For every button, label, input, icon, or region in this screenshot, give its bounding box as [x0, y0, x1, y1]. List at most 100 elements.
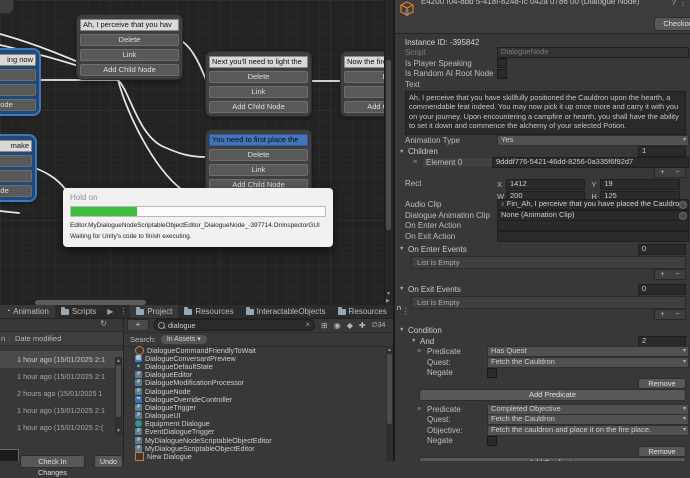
tab-project[interactable]: Project	[130, 305, 178, 318]
file-row[interactable]: 2 hours ago (15/01/2025 1	[0, 385, 123, 402]
link-button[interactable]: Link	[0, 84, 36, 96]
create-asset-button[interactable]: +	[127, 319, 149, 331]
add-predicate-button[interactable]: Add Predicate	[419, 457, 686, 461]
on-exit-action-field[interactable]	[497, 231, 689, 242]
quest-dropdown[interactable]: Fetch the Cauldron	[487, 414, 689, 425]
dialogue-node-place-selected[interactable]: You need to first place the Delete Link …	[206, 130, 311, 194]
rect-y-field[interactable]: 19	[600, 179, 679, 190]
link-button[interactable]: Link	[209, 86, 308, 98]
search-input[interactable]	[168, 321, 302, 330]
object-picker-icon[interactable]	[679, 212, 687, 220]
on-enter-events-count-field[interactable]: 0	[638, 244, 686, 255]
save-search-icon[interactable]: ✚	[359, 321, 366, 330]
delete-button[interactable]: Delete	[209, 149, 308, 161]
file-row[interactable]: 1 hour ago (15/01/2025 2:1	[0, 368, 123, 385]
date-modified-header[interactable]: Date modified	[10, 334, 61, 343]
drag-handle-icon[interactable]: ≡	[413, 159, 423, 166]
add-event-button[interactable]: +	[660, 311, 664, 318]
scrollbar-handle[interactable]	[387, 354, 392, 424]
column-headers[interactable]: n Date modified	[0, 332, 123, 346]
scroll-down-icon[interactable]: ▼	[386, 291, 391, 297]
scroll-right-icon[interactable]: ▶	[386, 298, 390, 304]
add-child-node-button[interactable]: Add Child Node	[0, 185, 32, 197]
scroll-up-icon[interactable]: ▲	[387, 347, 392, 353]
scrollbar-handle[interactable]	[116, 365, 121, 417]
file-row[interactable]: 1 hour ago (15/01/2025 2:1	[0, 402, 123, 419]
more-tabs-icon[interactable]: ▶	[104, 307, 116, 316]
rect-x-field[interactable]: 1412	[506, 179, 585, 190]
files-vertical-scrollbar[interactable]: ▲ ▼	[115, 357, 122, 435]
search-scope-dropdown[interactable]: In Assets ▾	[161, 335, 207, 344]
add-event-button[interactable]: +	[660, 271, 664, 278]
project-vertical-scrollbar[interactable]: ▲	[386, 346, 393, 461]
tab-resources-2[interactable]: Resources	[332, 305, 393, 318]
delete-button[interactable]: Delete	[80, 34, 179, 46]
dialogue-node-perceive[interactable]: Ah, I perceive that you hav Delete Link …	[77, 15, 182, 79]
on-enter-events-foldout-icon[interactable]: ▼	[399, 246, 408, 252]
node-title-field[interactable]: Next you'll need to light the	[209, 56, 308, 68]
node-title-field[interactable]: make	[0, 140, 32, 152]
dialogue-node-player-1[interactable]: ing now Delete Link Add Child Node	[0, 50, 39, 114]
search-by-type-icon[interactable]: ◉	[334, 321, 341, 330]
search-by-label-icon[interactable]: ◆	[347, 321, 353, 330]
remove-event-button[interactable]: −	[675, 311, 679, 318]
animation-type-dropdown[interactable]: Yes	[497, 135, 689, 146]
search-box[interactable]: ×	[153, 319, 315, 331]
delete-button[interactable]: Delete	[209, 71, 308, 83]
dialogue-animation-clip-field[interactable]: None (Animation Clip)	[497, 210, 689, 221]
check-in-changes-button[interactable]: Check In Changes	[20, 455, 85, 468]
dialogue-text-area[interactable]: Ah, I perceive that you have skillfully …	[405, 91, 686, 135]
on-enter-action-field[interactable]	[497, 220, 689, 231]
and-foldout-icon[interactable]: ▼	[411, 338, 420, 344]
scrollbar-handle[interactable]	[386, 60, 391, 230]
graph-vertical-scrollbar[interactable]: ▼ ▶	[384, 0, 393, 305]
undo-button[interactable]: Undo	[94, 455, 123, 468]
add-child-node-button[interactable]: Add Child Node	[209, 101, 308, 113]
node-title-field[interactable]: Ah, I perceive that you hav	[80, 19, 179, 31]
negate-checkbox[interactable]	[487, 368, 497, 378]
clear-search-icon[interactable]: ×	[305, 321, 310, 329]
add-predicate-button[interactable]: Add Predicate	[419, 389, 686, 401]
tab-scripts[interactable]: Scripts	[55, 305, 102, 318]
add-child-node-button[interactable]: Add Child Node	[80, 64, 179, 76]
predicate-dropdown[interactable]: Completed Objective	[487, 404, 689, 415]
on-exit-events-foldout-icon[interactable]: ▼	[399, 286, 408, 292]
on-exit-events-count-field[interactable]: 0	[638, 284, 686, 295]
context-menu-icon[interactable]: ⋮	[679, 0, 687, 7]
children-foldout-icon[interactable]: ▼	[399, 149, 408, 155]
drag-handle-icon[interactable]: ≡	[417, 406, 427, 413]
link-button[interactable]: Link	[80, 49, 179, 61]
is-random-ai-root-node-checkbox[interactable]	[497, 69, 507, 79]
element-0-guid-field[interactable]: 9dddf776-5421-46dd-8256-0a335f6f92d7	[492, 157, 689, 168]
remove-element-button[interactable]: −	[675, 169, 679, 176]
link-button[interactable]: Link	[0, 170, 32, 182]
asset-row[interactable]: New Dialogue	[123, 452, 385, 460]
help-icon[interactable]: ?	[672, 0, 676, 7]
checkout-button[interactable]: Checkout	[654, 17, 690, 31]
delete-button[interactable]: Delete	[0, 69, 36, 81]
panel-menu-icon[interactable]: ⋮	[399, 307, 413, 316]
object-picker-icon[interactable]	[679, 201, 687, 209]
tab-interactableobjects[interactable]: InteractableObjects	[240, 305, 332, 318]
tab-resources[interactable]: Resources	[178, 305, 239, 318]
panel-menu-icon[interactable]: ⋮	[116, 307, 130, 316]
tab-animation[interactable]: ◔ Animation	[0, 305, 55, 318]
remove-predicate-button[interactable]: Remove	[638, 378, 686, 389]
dialogue-node-player-2[interactable]: make Delete Link Add Child Node	[0, 136, 35, 200]
add-element-button[interactable]: +	[660, 169, 664, 176]
file-row[interactable]: 1 hour ago (15/01/2025 2:(	[0, 419, 123, 436]
and-count-field[interactable]: 2	[638, 336, 686, 347]
audio-clip-field[interactable]: ♪Fin_Ah, I perceive that you have placed…	[497, 199, 689, 210]
dialogue-graph-panel[interactable]: ing now Delete Link Add Child Node make …	[0, 0, 393, 305]
scroll-up-icon[interactable]: ▲	[116, 358, 121, 364]
remove-predicate-button[interactable]: Remove	[638, 446, 686, 457]
node-title-field[interactable]: You need to first place the	[209, 134, 308, 146]
node-title-field[interactable]: ing now	[0, 54, 36, 66]
link-button[interactable]: Link	[209, 164, 308, 176]
remove-event-button[interactable]: −	[675, 271, 679, 278]
hidden-count-badge[interactable]: ∅34	[372, 321, 386, 329]
objective-dropdown[interactable]: Fetch the cauldron and place it on the f…	[487, 425, 689, 436]
negate-checkbox[interactable]	[487, 436, 497, 446]
delete-button[interactable]: Delete	[0, 155, 32, 167]
scroll-down-icon[interactable]: ▼	[116, 428, 121, 434]
